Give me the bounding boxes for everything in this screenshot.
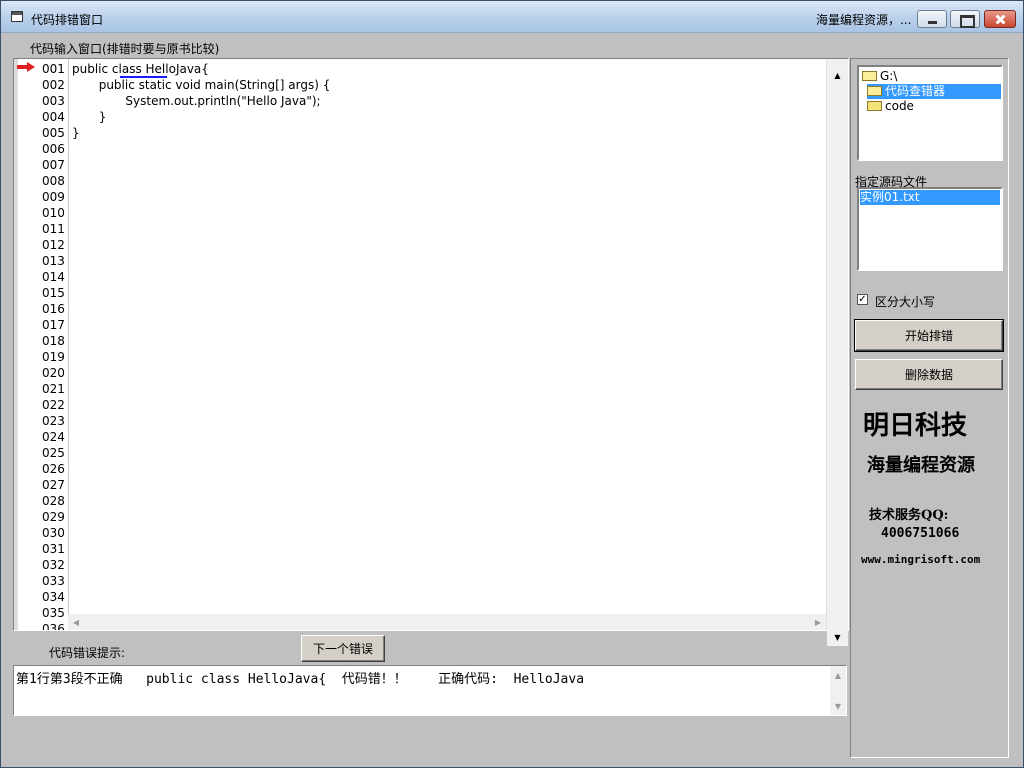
title-bar[interactable]: 代码排错窗口 海量编程资源，... <box>1 1 1023 33</box>
right-panel: G:\ 代码查错器 code 指定源码文件 实例01.txt ✓ 区分大小写 开… <box>850 58 1009 758</box>
scroll-right-icon[interactable]: ▶ <box>810 614 826 630</box>
line-number: 034 <box>42 590 65 604</box>
line-number: 001 <box>42 62 65 76</box>
line-number: 031 <box>42 542 65 556</box>
current-line-arrow-icon <box>17 62 35 72</box>
minimize-button[interactable] <box>917 10 947 28</box>
horizontal-scrollbar[interactable]: ◀ ▶ <box>68 614 826 630</box>
open-folder-icon <box>867 86 882 96</box>
line-number: 005 <box>42 126 65 140</box>
start-check-button[interactable]: 开始排错 <box>854 319 1004 352</box>
code-editor[interactable]: 001 002 003 004 005 006 007 008 009 010 011 012 013 0… <box>13 58 849 646</box>
line-number: 008 <box>42 174 65 188</box>
brand-name: 明日科技 <box>863 411 968 441</box>
line-number: 027 <box>42 478 65 492</box>
line-number: 011 <box>42 222 65 236</box>
scroll-down-icon[interactable]: ▼ <box>827 629 848 646</box>
code-line[interactable]: public class HelloJava{ <box>72 61 209 77</box>
next-error-button[interactable]: 下一个错误 <box>301 635 385 662</box>
code-line[interactable]: } <box>72 125 80 141</box>
hint-scrollbar[interactable]: ▲ ▼ <box>830 666 846 715</box>
brand-slogan: 海量编程资源 <box>867 455 975 476</box>
main-window: 代码排错窗口 海量编程资源，... 代码输入窗口(排错时要与原书比较) 001 0… <box>0 0 1024 768</box>
line-number: 009 <box>42 190 65 204</box>
line-number: 029 <box>42 510 65 524</box>
line-number: 024 <box>42 430 65 444</box>
case-sensitive-checkbox[interactable]: ✓ <box>857 294 868 305</box>
line-number: 022 <box>42 398 65 412</box>
open-folder-icon <box>862 71 877 81</box>
line-number: 015 <box>42 286 65 300</box>
line-number-gutter: 001 002 003 004 005 006 007 008 009 010 011 012 013 0… <box>14 59 68 630</box>
tree-item-checker[interactable]: 代码查错器 <box>867 84 1001 99</box>
line-number: 035 <box>42 606 65 620</box>
file-item[interactable]: 实例01.txt <box>860 190 1000 205</box>
maximize-button[interactable] <box>950 10 980 28</box>
line-number: 019 <box>42 350 65 364</box>
file-list[interactable]: 实例01.txt <box>857 187 1003 271</box>
close-button[interactable] <box>984 10 1016 28</box>
line-number: 012 <box>42 238 65 252</box>
code-line[interactable]: System.out.println("Hello Java"); <box>72 93 320 109</box>
line-number: 026 <box>42 462 65 476</box>
delete-data-button[interactable]: 删除数据 <box>855 359 1003 390</box>
line-number: 033 <box>42 574 65 588</box>
window-title-right: 海量编程资源，... <box>816 13 912 27</box>
window-title: 代码排错窗口 <box>31 13 104 27</box>
line-number: 014 <box>42 270 65 284</box>
line-number: 002 <box>42 78 65 92</box>
code-line[interactable]: public static void main(String[] args) { <box>72 77 331 93</box>
line-number: 032 <box>42 558 65 572</box>
code-line[interactable]: } <box>72 109 107 125</box>
line-number: 007 <box>42 158 65 172</box>
tree-item-code[interactable]: code <box>867 99 914 114</box>
vertical-scrollbar[interactable]: ▲ ▼ <box>826 59 848 646</box>
tree-item-drive[interactable]: G:\ <box>862 69 897 84</box>
line-number: 017 <box>42 318 65 332</box>
line-number: 023 <box>42 414 65 428</box>
hint-scroll-up-icon[interactable]: ▲ <box>830 668 846 682</box>
line-number: 020 <box>42 366 65 380</box>
line-number: 016 <box>42 302 65 316</box>
editor-label: 代码输入窗口(排错时要与原书比较) <box>30 42 220 56</box>
line-number: 013 <box>42 254 65 268</box>
line-number: 003 <box>42 94 65 108</box>
scroll-up-icon[interactable]: ▲ <box>827 67 848 84</box>
case-sensitive-label: 区分大小写 <box>875 295 936 309</box>
hint-label: 代码错误提示: <box>49 646 126 660</box>
line-number: 021 <box>42 382 65 396</box>
line-number: 030 <box>42 526 65 540</box>
folder-tree[interactable]: G:\ 代码查错器 code <box>857 65 1003 161</box>
error-hint-text: 第1行第3段不正确 public class HelloJava{ 代码错！！ … <box>16 672 585 687</box>
line-number: 036 <box>42 622 65 630</box>
line-number: 004 <box>42 110 65 124</box>
gutter-shade <box>14 59 18 630</box>
folder-icon <box>867 101 882 111</box>
website: www.mingrisoft.com <box>861 553 981 566</box>
line-number: 028 <box>42 494 65 508</box>
window-icon <box>11 11 23 22</box>
scroll-left-icon[interactable]: ◀ <box>68 614 84 630</box>
line-number: 006 <box>42 142 65 156</box>
hint-scroll-down-icon[interactable]: ▼ <box>830 699 846 713</box>
line-number: 018 <box>42 334 65 348</box>
qq-number: 4006751066 <box>881 526 960 541</box>
code-input-area[interactable]: public class HelloJava{ public static vo… <box>68 59 826 614</box>
line-number: 025 <box>42 446 65 460</box>
line-number: 010 <box>42 206 65 220</box>
qq-label: 技术服务QQ: <box>869 508 949 523</box>
error-hint-box[interactable]: 第1行第3段不正确 public class HelloJava{ 代码错！！ … <box>13 665 847 716</box>
